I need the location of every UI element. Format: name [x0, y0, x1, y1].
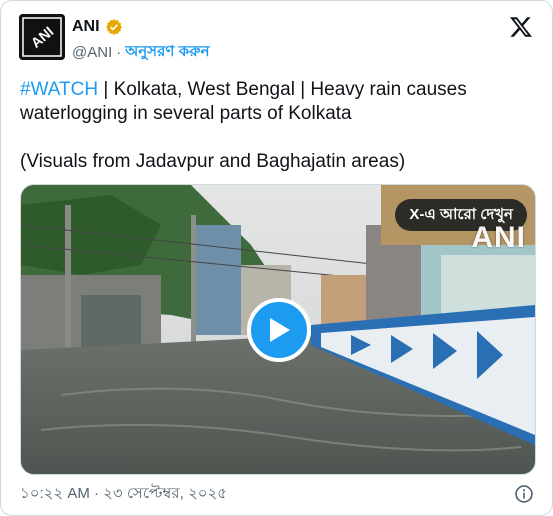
hashtag-link[interactable]: #WATCH — [20, 79, 98, 100]
tweet-footer: ১০:২২ AM · ২৩ সেপ্টেম্বর, ২০২৫ — [20, 483, 534, 505]
video-player[interactable]: X-এ আরো দেখুন ANI — [20, 184, 536, 475]
author-name-row[interactable]: ANI — [72, 16, 123, 38]
author-handle[interactable]: @ANI — [72, 44, 112, 61]
tweet-text: #WATCH | Kolkata, West Bengal | Heavy ra… — [20, 78, 530, 174]
ani-watermark: ANI — [471, 221, 526, 254]
separator-dot: · — [116, 44, 122, 61]
info-icon[interactable] — [514, 484, 534, 504]
avatar[interactable]: ANI — [19, 14, 65, 60]
verified-badge-icon — [105, 19, 122, 35]
play-icon — [270, 318, 290, 342]
play-button[interactable] — [247, 298, 311, 362]
ani-logo-icon: ANI — [19, 14, 65, 60]
tweet-embed-card[interactable]: ANI ANI @ANI · অনুসরণ করুন #WATCH | Kolk… — [0, 0, 553, 516]
tweet-text-line2: (Visuals from Jadavpur and Baghajatin ar… — [20, 151, 406, 172]
x-logo-icon[interactable] — [509, 15, 533, 39]
handle-row: @ANI · অনুসরণ করুন — [72, 40, 210, 65]
timestamp-link[interactable]: ১০:২২ AM · ২৩ সেপ্টেম্বর, ২০২৫ — [20, 482, 227, 507]
author-name[interactable]: ANI — [72, 18, 100, 36]
follow-link[interactable]: অনুসরণ করুন — [125, 40, 209, 65]
